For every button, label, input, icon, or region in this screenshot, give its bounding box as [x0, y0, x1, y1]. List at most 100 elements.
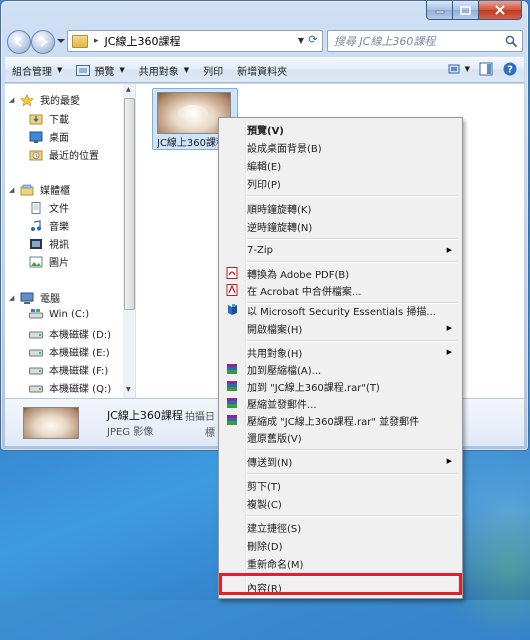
nav-label: 圖片	[49, 258, 69, 269]
context-menu: 預覽(V) 設成桌面背景(B) 編輯(E) 列印(P) 順時鐘旋轉(K) 逆時鐘…	[218, 117, 463, 599]
nav-label: Win (C:)	[49, 308, 90, 320]
documents-icon	[31, 201, 41, 214]
maximize-button[interactable]	[453, 1, 479, 20]
refresh-icon[interactable]: ⟳	[306, 33, 320, 47]
acrobat-icon	[226, 284, 238, 296]
help-icon[interactable]: ?	[502, 61, 518, 77]
menu-item-share-with[interactable]: 共用對象(H) ▶	[221, 343, 460, 361]
nav-computer[interactable]: ◢ 電腦	[9, 290, 60, 305]
menu-separator	[247, 515, 457, 517]
winrar-icon	[227, 364, 237, 374]
breadcrumb-current[interactable]: JC線上360課程	[105, 33, 181, 49]
menu-item-send-to[interactable]: 傳送到(N) ▶	[221, 452, 460, 470]
menu-item-rotate-counterclockwise[interactable]: 逆時鐘旋轉(N)	[221, 217, 460, 235]
libraries-icon	[20, 184, 34, 195]
menu-item-rename[interactable]: 重新命名(M)	[221, 554, 460, 572]
nav-recent[interactable]: 最近的位置	[29, 147, 99, 162]
menu-item-open-with[interactable]: 開啟檔案(H) ▶	[221, 319, 460, 337]
print-label: 列印	[203, 66, 224, 78]
nav-drive-c[interactable]: Win (C:)	[29, 308, 89, 320]
nav-favorites[interactable]: ◢ 我的最愛	[9, 92, 80, 107]
close-button[interactable]	[479, 1, 522, 20]
desktop-icon	[29, 131, 43, 143]
menu-item-rotate-clockwise[interactable]: 順時鐘旋轉(K)	[221, 199, 460, 217]
menu-item-acrobat-combine[interactable]: 在 Acrobat 中合併檔案...	[221, 281, 460, 299]
close-icon	[495, 5, 505, 15]
search-input[interactable]: 搜尋 JC線上360課程	[327, 30, 523, 52]
hard-drive-icon	[29, 331, 43, 338]
menu-item-cut[interactable]: 剪下(T)	[221, 476, 460, 494]
share-label: 共用對象	[138, 66, 179, 78]
menu-item-edit[interactable]: 編輯(E)	[221, 156, 460, 174]
details-file-name: JC線上360課程	[107, 409, 183, 422]
menu-separator	[247, 449, 457, 451]
share-button[interactable]: 共用對象 ▼	[132, 58, 196, 82]
menu-separator	[247, 261, 457, 263]
menu-item-add-to-archive[interactable]: 加到壓縮檔(A)...	[221, 360, 460, 378]
recent-pages-dropdown[interactable]	[57, 37, 65, 45]
preview-pane-icon[interactable]	[478, 61, 494, 77]
nav-label: 下載	[49, 115, 69, 126]
new-folder-button[interactable]: 新增資料夾	[230, 58, 294, 82]
menu-item-add-to-rar[interactable]: 加到 "JC線上360課程.rar"(T)	[221, 377, 460, 395]
menu-item-mse-scan[interactable]: 以 Microsoft Security Essentials 掃描...	[221, 301, 460, 319]
minimize-icon	[435, 10, 444, 14]
nav-scrollbar[interactable]: ▲ ▼	[123, 84, 136, 398]
back-button[interactable]	[7, 30, 31, 54]
menu-item-delete[interactable]: 刪除(D)	[221, 536, 460, 554]
preview-button[interactable]: 預覽 ▼	[69, 58, 131, 82]
nav-downloads[interactable]: 下載	[29, 111, 69, 126]
address-bar[interactable]: ▸ JC線上360課程 ▼ ⟳	[67, 30, 323, 52]
computer-icon	[20, 292, 34, 304]
menu-separator	[247, 340, 457, 342]
menu-separator	[247, 238, 457, 240]
nav-drive-f[interactable]: 本機磁碟 (F:)	[29, 362, 108, 377]
arrow-right-icon	[40, 37, 48, 47]
nav-drive-q[interactable]: 本機磁碟 (Q:)	[29, 380, 111, 395]
submenu-arrow-icon: ▶	[446, 246, 452, 254]
details-tags-label: 標	[205, 428, 215, 439]
search-icon[interactable]	[505, 35, 518, 48]
scroll-thumb[interactable]	[124, 98, 135, 310]
forward-button[interactable]	[31, 30, 55, 54]
address-dropdown-icon[interactable]: ▼	[298, 36, 304, 45]
expand-arrow-icon[interactable]: ◢	[9, 294, 17, 302]
menu-item-copy[interactable]: 複製(C)	[221, 494, 460, 512]
nav-label: 我的最愛	[40, 96, 80, 107]
print-button[interactable]: 列印	[196, 58, 230, 82]
menu-item-preview[interactable]: 預覽(V)	[221, 120, 460, 138]
menu-item-compress-rar-email[interactable]: 壓縮成 "JC線上360課程.rar" 並發郵件	[221, 411, 460, 429]
expand-arrow-icon[interactable]: ◢	[9, 186, 17, 194]
menu-item-7zip[interactable]: 7-Zip ▶	[221, 241, 460, 259]
winrar-icon	[227, 415, 237, 425]
chevron-down-icon: ▼	[57, 66, 63, 74]
scroll-up-icon[interactable]: ▲	[126, 86, 131, 93]
new-folder-label: 新增資料夾	[237, 66, 288, 78]
menu-item-create-shortcut[interactable]: 建立捷徑(S)	[221, 518, 460, 536]
breadcrumb-chevron-icon[interactable]: ▸	[94, 36, 99, 46]
nav-label: 桌面	[49, 133, 69, 144]
nav-drive-e[interactable]: 本機磁碟 (E:)	[29, 344, 110, 359]
star-icon	[20, 93, 34, 106]
change-view-icon[interactable]	[447, 61, 463, 77]
menu-item-convert-pdf[interactable]: 轉換為 Adobe PDF(B)	[221, 264, 460, 282]
nav-pictures[interactable]: 圖片	[29, 254, 69, 269]
nav-drive-d[interactable]: 本機磁碟 (D:)	[29, 326, 111, 341]
organize-button[interactable]: 組合管理 ▼	[5, 58, 69, 82]
nav-label: 本機磁碟 (D:)	[49, 330, 112, 341]
menu-item-compress-email[interactable]: 壓縮並發郵件...	[221, 394, 460, 412]
scroll-down-icon[interactable]: ▼	[126, 386, 131, 393]
menu-item-set-desktop-background[interactable]: 設成桌面背景(B)	[221, 138, 460, 156]
nav-music[interactable]: 音樂	[29, 218, 69, 233]
nav-videos[interactable]: 視訊	[29, 236, 69, 251]
minimize-button[interactable]	[426, 1, 453, 20]
menu-item-restore-previous[interactable]: 還原舊版(V)	[221, 428, 460, 446]
nav-label: 音樂	[49, 222, 69, 233]
nav-libraries[interactable]: ◢ 媒體櫃	[9, 182, 70, 197]
nav-desktop[interactable]: 桌面	[29, 129, 69, 144]
view-dropdown-icon[interactable]: ▼	[465, 65, 470, 73]
expand-arrow-icon[interactable]: ◢	[9, 96, 17, 104]
menu-item-print[interactable]: 列印(P)	[221, 174, 460, 192]
search-placeholder: 搜尋 JC線上360課程	[334, 35, 436, 48]
nav-documents[interactable]: 文件	[29, 200, 69, 215]
